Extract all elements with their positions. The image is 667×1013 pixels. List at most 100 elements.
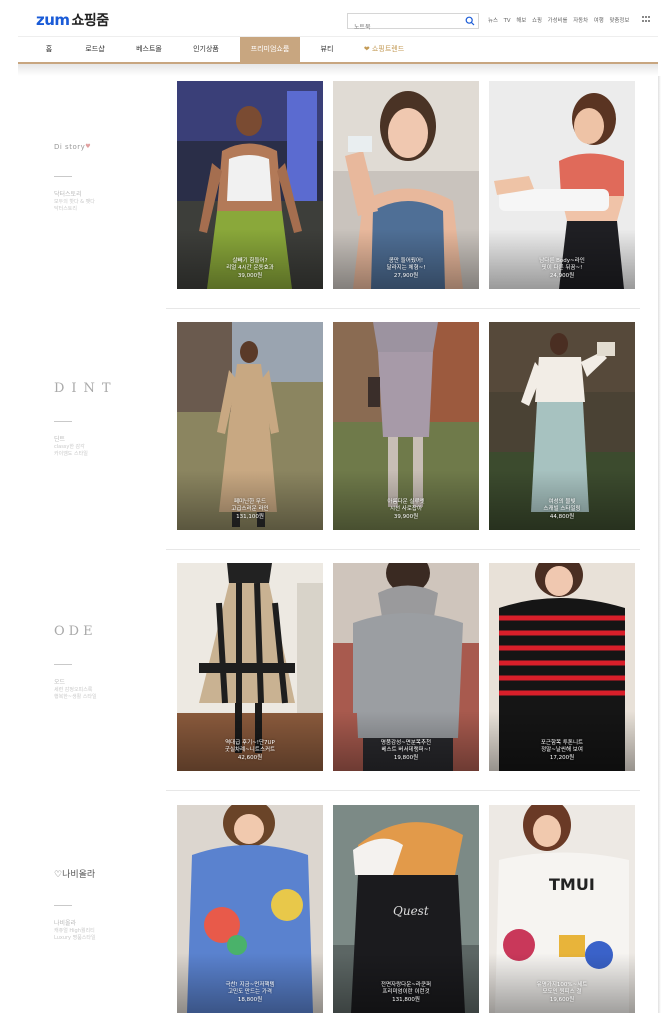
brand-section-distory: Di story♥ 닥터스토리 모두의 핫다 & 팻다 닥터스토리 살빼기 힘들…: [18, 76, 658, 309]
top-link-haebo[interactable]: 해보: [516, 18, 526, 24]
product-card[interactable]: 극찬! 지금~먼저핵템 고민도 만드는 가격 18,800원: [177, 805, 323, 1013]
product-price: 24,900원: [549, 272, 575, 279]
brand-name[interactable]: 오드: [54, 679, 164, 687]
product-title-line: 전면자랑다운~라쿤퍼: [380, 981, 432, 988]
brand-name[interactable]: 딘트: [54, 436, 164, 444]
product-caption: 전면자랑다운~라쿤퍼 프리미엄이란 이런것 131,800원: [333, 982, 479, 1005]
brand-logo[interactable]: ♡나비올라: [54, 867, 164, 880]
nav-beauty[interactable]: 뷰티: [314, 37, 340, 63]
nav-popular[interactable]: 인기상품: [186, 37, 226, 63]
product-title-line: 역대급 후기~!단7UP: [225, 739, 275, 746]
top-link-car[interactable]: 자동차: [573, 18, 588, 24]
product-title-line: 시선 사로잡아: [389, 506, 423, 512]
product-card[interactable]: 명품감성~면분목추천 베스트 버서데랭퍼~! 19,800원: [333, 563, 479, 771]
product-price: 39,900원: [393, 513, 419, 520]
product-caption: 살빼기 힘들어? 리얼 4시간 운동효과 39,000원: [177, 258, 323, 281]
product-title-line: 여성의 물빛: [548, 498, 576, 505]
product-price: 39,000원: [237, 272, 263, 279]
main-nav: 홈 로드샵 베스트몰 인기상품 프리미엄쇼룸 뷰티 ❤ 쇼핑트렌드: [18, 36, 658, 63]
product-card[interactable]: 살빼기 힘들어? 리얼 4시간 운동효과 39,000원: [177, 81, 323, 289]
product-title-line: 모도인 원피스 결: [542, 989, 582, 995]
brand-info: ODE 오드 세련 감정오피스룩 행복한~생활 스타일: [54, 624, 164, 701]
brand-divider: [54, 905, 72, 906]
nav-home[interactable]: 홈: [38, 37, 60, 63]
brand-logo-text: 나비올라: [62, 870, 96, 880]
product-price: 131,800원: [392, 996, 420, 1003]
product-caption: 역대급 후기~!단7UP 굿실차례~니트스커트 42,600원: [177, 740, 323, 763]
nav-bestmall[interactable]: 베스트몰: [130, 37, 168, 63]
top-bar: zum쇼핑줌 뉴스 TV 해보 쇼핑 가성비를 자동차 여행 맞춤정보: [18, 0, 658, 36]
brand-desc-line: 닥터스토리: [54, 206, 78, 212]
heart-icon: ♡: [54, 870, 63, 880]
brand-desc-line: 행복한~생활 스타일: [54, 694, 97, 700]
product-title-line: 프리미엄이란 이런것: [382, 989, 430, 995]
brand-desc-line: 카이엠도 스타일: [54, 451, 88, 457]
brand-info: Di story♥ 닥터스토리 모두의 핫다 & 팻다 닥터스토리: [54, 143, 164, 213]
product-price: 27,900원: [393, 272, 419, 279]
product-price: 18,800원: [237, 996, 263, 1003]
product-caption: 극찬! 지금~먼저핵템 고민도 만드는 가격 18,800원: [177, 982, 323, 1005]
nav-premium-showroom[interactable]: 프리미엄쇼룸: [240, 37, 300, 63]
product-price: 19,600원: [549, 996, 575, 1003]
product-title-line: 유명가지100%~세트: [536, 981, 588, 988]
brand-logo-text: Di story: [54, 143, 86, 151]
product-title-line: 정말~날씬해 보여: [541, 747, 583, 753]
nav-shopping-trend[interactable]: ❤ 쇼핑트렌드: [356, 37, 412, 63]
brand-desc-line: 세련 감정오피스룩: [54, 687, 93, 693]
product-card[interactable]: 여성의 물빛 스캐빌 스타일링 44,800원: [489, 322, 635, 530]
product-card[interactable]: Quest 전면자랑다운~라쿤퍼 프리미엄이란 이런것 131,800원: [333, 805, 479, 1013]
logo-brand: zum: [36, 11, 70, 29]
product-card[interactable]: 콩만 들어줬어! 달라지는 체형~! 27,900원: [333, 81, 479, 289]
product-card[interactable]: 페미닌한 무드 고급스러운 라인 131,100원: [177, 322, 323, 530]
brand-desc-line: classy한 감각: [54, 444, 85, 450]
brand-logo[interactable]: DINT: [54, 381, 164, 396]
product-title-line: 페미닌한 무드: [233, 498, 267, 505]
top-link-news[interactable]: 뉴스: [488, 18, 498, 24]
search-input[interactable]: [348, 20, 460, 35]
product-title-line: 고급스러운 라인: [231, 506, 269, 512]
product-card[interactable]: 포근함목 투톤니트 정말~날씬해 보여 17,200원: [489, 563, 635, 771]
product-card[interactable]: 아름다운 실루엣 시선 사로잡아 39,900원: [333, 322, 479, 530]
product-title-line: 핏이 다른 뒤꿈~!: [541, 265, 583, 271]
product-caption: 아름다운 실루엣 시선 사로잡아 39,900원: [333, 499, 479, 522]
nav-roadshop[interactable]: 로드샵: [78, 37, 112, 63]
product-card[interactable]: 남다른 Body~라인 핏이 다른 뒤꿈~! 24,900원: [489, 81, 635, 289]
product-card[interactable]: TMUI 유명가지100%~세트 모도인 원피스 결 19,600원: [489, 805, 635, 1013]
svg-text:Quest: Quest: [393, 904, 429, 918]
top-links: 뉴스 TV 해보 쇼핑 가성비를 자동차 여행 맞춤정보: [488, 16, 633, 24]
brand-logo[interactable]: ODE: [54, 624, 164, 639]
brand-info: DINT 딘트 classy한 감각 카이엠도 스타일: [54, 381, 164, 458]
top-link-tv[interactable]: TV: [504, 18, 511, 24]
product-caption: 페미닌한 무드 고급스러운 라인 131,100원: [177, 499, 323, 522]
brand-divider: [54, 664, 72, 665]
product-title-line: 살빼기 힘들어?: [232, 257, 268, 264]
product-title-line: 달라지는 체형~!: [386, 265, 426, 271]
product-title-line: 포근함목 투톤니트: [540, 739, 584, 746]
product-caption: 남다른 Body~라인 핏이 다른 뒤꿈~! 24,900원: [489, 258, 635, 281]
all-menu-icon[interactable]: [642, 16, 650, 23]
brand-desc-line: 캐쥬얼 High퀄리티: [54, 928, 95, 934]
product-caption: 콩만 들어줬어! 달라지는 체형~! 27,900원: [333, 258, 479, 281]
brand-logo[interactable]: Di story♥: [54, 143, 164, 151]
product-title-line: 스캐빌 스타일링: [543, 506, 581, 512]
product-title-line: 리얼 4시간 운동효과: [226, 265, 274, 271]
product-card[interactable]: 역대급 후기~!단7UP 굿실차례~니트스커트 42,600원: [177, 563, 323, 771]
product-price: 19,800원: [393, 754, 419, 761]
top-link-travel[interactable]: 여행: [594, 18, 604, 24]
top-link-custom[interactable]: 맞춤정보: [609, 18, 629, 24]
brand-desc-line: Luxury 명품스타일: [54, 935, 96, 941]
brand-name[interactable]: 닥터스토리: [54, 191, 164, 199]
content-edge-shadow: [658, 76, 661, 1013]
product-title-line: 고민도 만드는 가격: [228, 989, 272, 995]
search-icon[interactable]: [465, 16, 475, 26]
top-link-shopping[interactable]: 쇼핑: [532, 18, 542, 24]
brand-section-dint: DINT 딘트 classy한 감각 카이엠도 스타일 페미닌한 무드 고급스러…: [18, 309, 658, 550]
brand-name[interactable]: 나비올라: [54, 920, 164, 928]
brand-divider: [54, 176, 72, 177]
product-title-line: 명품감성~면분목추천: [380, 739, 432, 746]
site-logo[interactable]: zum 쇼핑줌: [36, 11, 109, 30]
product-caption: 여성의 물빛 스캐빌 스타일링 44,800원: [489, 499, 635, 522]
product-price: 42,600원: [237, 754, 263, 761]
top-link-value[interactable]: 가성비를: [548, 18, 568, 24]
brand-section-ode: ODE 오드 세련 감정오피스룩 행복한~생활 스타일 역대급 후기~!단7UP: [18, 550, 658, 791]
